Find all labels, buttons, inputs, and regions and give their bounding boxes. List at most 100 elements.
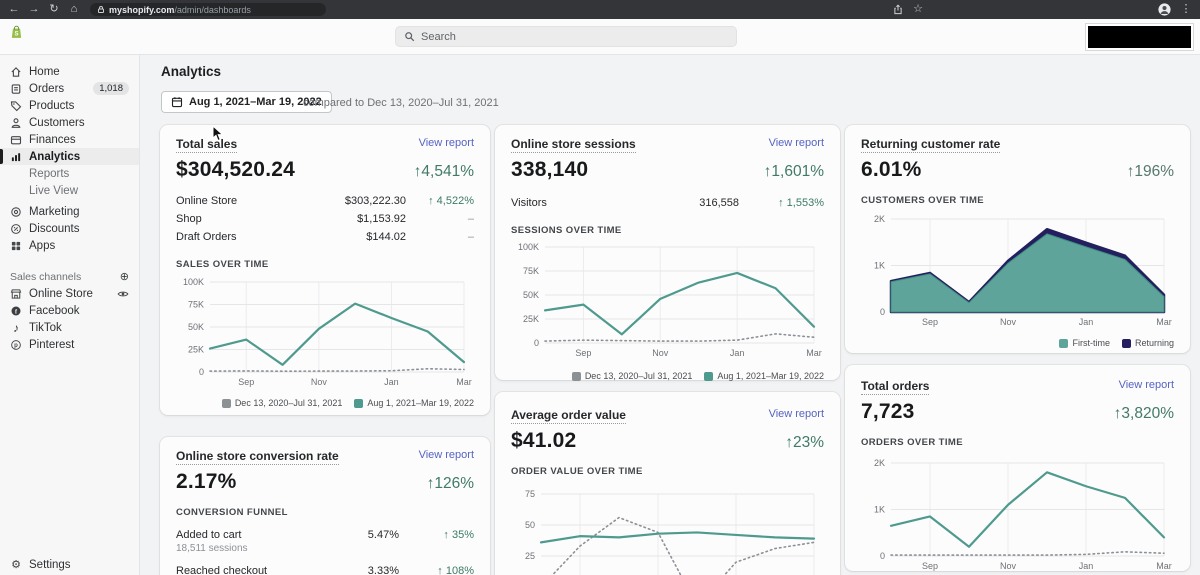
page-title: Analytics — [161, 64, 221, 79]
tiktok-note-icon: ♪ — [10, 322, 22, 334]
conversion-rate-change: ↑126% — [427, 475, 474, 493]
svg-text:75K: 75K — [523, 266, 539, 276]
sidebar: Home Orders 1,018 Products Customers Fin… — [0, 55, 140, 575]
sidebar-item-analytics[interactable]: Analytics — [0, 148, 139, 165]
home-icon — [10, 66, 22, 78]
svg-text:Mar: Mar — [806, 348, 822, 358]
customers-legend: First-time Returning — [861, 338, 1174, 348]
aov-change: ↑23% — [785, 434, 824, 452]
svg-text:Mar: Mar — [456, 377, 472, 387]
sidebar-item-customers[interactable]: Customers — [0, 114, 139, 131]
svg-text:Mar: Mar — [1156, 317, 1172, 327]
browser-home-icon[interactable]: ⌂ — [64, 0, 84, 19]
svg-text:100K: 100K — [183, 277, 204, 287]
search-input[interactable] — [421, 31, 728, 43]
orders-over-time-chart: SepNovJanMar01K2K — [861, 452, 1174, 575]
legend-marker-first-time — [1059, 339, 1068, 348]
eye-icon[interactable] — [117, 288, 129, 300]
conversion-rate-value: 2.17% — [176, 470, 237, 494]
card-conversion-rate: Online store conversion rate View report… — [160, 437, 490, 575]
bookmark-star-icon[interactable]: ☆ — [909, 0, 927, 19]
returning-rate-value: 6.01% — [861, 158, 922, 182]
breakdown-row: Draft Orders $144.02 – — [176, 228, 474, 246]
period-legend: Dec 13, 2020–Jul 31, 2021 Aug 1, 2021–Ma… — [176, 398, 474, 408]
browser-profile-avatar[interactable] — [1156, 0, 1172, 19]
pinterest-icon: p — [10, 339, 22, 351]
sidebar-channel-online-store[interactable]: Online Store — [0, 285, 139, 302]
view-report-link[interactable]: View report — [419, 137, 474, 149]
svg-text:Mar: Mar — [1156, 561, 1172, 571]
share-icon[interactable] — [889, 0, 907, 19]
screen: ← → ↻ ⌂ myshopify.com/admin/dashboards ☆… — [0, 0, 1200, 575]
redacted-account-box — [1086, 24, 1193, 50]
discounts-percent-icon — [10, 223, 22, 235]
browser-back-icon[interactable]: ← — [4, 0, 24, 19]
sales-channels-header: Sales channels ⊕ — [0, 268, 139, 285]
sidebar-item-orders[interactable]: Orders 1,018 — [0, 80, 139, 97]
add-channel-plus-icon[interactable]: ⊕ — [120, 270, 129, 283]
sidebar-item-discounts[interactable]: Discounts — [0, 220, 139, 237]
card-returning-customer-rate: Returning customer rate 6.01% ↑196% CUST… — [845, 125, 1190, 353]
legend-marker-returning — [1122, 339, 1131, 348]
sidebar-channel-facebook[interactable]: f Facebook — [0, 302, 139, 319]
mouse-cursor — [212, 126, 224, 147]
sidebar-item-live-view[interactable]: Live View — [0, 182, 139, 199]
svg-text:Sep: Sep — [575, 348, 591, 358]
view-report-link[interactable]: View report — [419, 449, 474, 461]
card-total-orders: Total orders View report 7,723 ↑3,820% O… — [845, 365, 1190, 571]
section-label: ORDERS OVER TIME — [861, 437, 1174, 448]
sidebar-channel-pinterest[interactable]: p Pinterest — [0, 336, 139, 353]
svg-text:Jan: Jan — [1079, 561, 1094, 571]
sidebar-item-settings[interactable]: ⚙ Settings — [0, 556, 139, 573]
breakdown-row: Online Store $303,222.30 ↑ 4,522% — [176, 192, 474, 210]
apps-grid-icon — [10, 240, 22, 252]
global-search[interactable] — [395, 26, 737, 47]
finances-card-icon — [10, 134, 22, 146]
browser-reload-icon[interactable]: ↻ — [44, 0, 64, 19]
sessions-change: ↑1,601% — [764, 163, 824, 181]
svg-text:S: S — [14, 30, 18, 37]
address-bar[interactable]: myshopify.com/admin/dashboards — [90, 3, 326, 16]
sidebar-item-reports[interactable]: Reports — [0, 165, 139, 182]
legend-marker-previous — [222, 399, 231, 408]
sales-over-time-chart: SepNovJanMar025K50K75K100K — [176, 274, 474, 397]
card-title: Average order value — [511, 408, 626, 424]
svg-text:Jan: Jan — [730, 348, 745, 358]
legend-marker-current — [704, 372, 713, 381]
sidebar-item-products[interactable]: Products — [0, 97, 139, 114]
section-label: CONVERSION FUNNEL — [176, 507, 474, 518]
section-label: SALES OVER TIME — [176, 259, 474, 270]
svg-text:0: 0 — [880, 551, 885, 561]
sidebar-item-home[interactable]: Home — [0, 63, 139, 80]
browser-forward-icon[interactable]: → — [24, 0, 44, 19]
view-report-link[interactable]: View report — [1119, 379, 1174, 391]
storefront-icon — [10, 288, 22, 300]
svg-text:2K: 2K — [874, 214, 885, 224]
shopify-logo-icon[interactable]: S — [10, 24, 23, 45]
svg-text:0: 0 — [880, 307, 885, 317]
total-sales-value: $304,520.24 — [176, 158, 295, 182]
browser-menu-dots-icon[interactable]: ⋮ — [1178, 0, 1194, 19]
section-label: ORDER VALUE OVER TIME — [511, 466, 824, 477]
card-title: Total orders — [861, 379, 929, 395]
svg-text:Sep: Sep — [922, 317, 938, 327]
sidebar-item-finances[interactable]: Finances — [0, 131, 139, 148]
svg-text:75K: 75K — [188, 300, 204, 310]
analytics-bars-icon — [10, 151, 22, 163]
svg-text:50K: 50K — [188, 322, 204, 332]
svg-text:p: p — [14, 343, 18, 349]
svg-text:Sep: Sep — [238, 377, 254, 387]
sidebar-channel-tiktok[interactable]: ♪ TikTok — [0, 319, 139, 336]
funnel-row: Reached checkout11,260 sessions 3.33% ↑ … — [176, 565, 474, 575]
card-title: Online store sessions — [511, 137, 636, 153]
view-report-link[interactable]: View report — [769, 408, 824, 420]
svg-text:Jan: Jan — [1079, 317, 1094, 327]
sidebar-item-apps[interactable]: Apps — [0, 237, 139, 254]
returning-rate-change: ↑196% — [1127, 163, 1174, 181]
svg-text:100K: 100K — [518, 242, 539, 252]
view-report-link[interactable]: View report — [769, 137, 824, 149]
card-title: Returning customer rate — [861, 137, 1000, 153]
svg-text:0: 0 — [199, 367, 204, 377]
sidebar-item-marketing[interactable]: Marketing — [0, 203, 139, 220]
svg-text:1K: 1K — [874, 505, 885, 515]
